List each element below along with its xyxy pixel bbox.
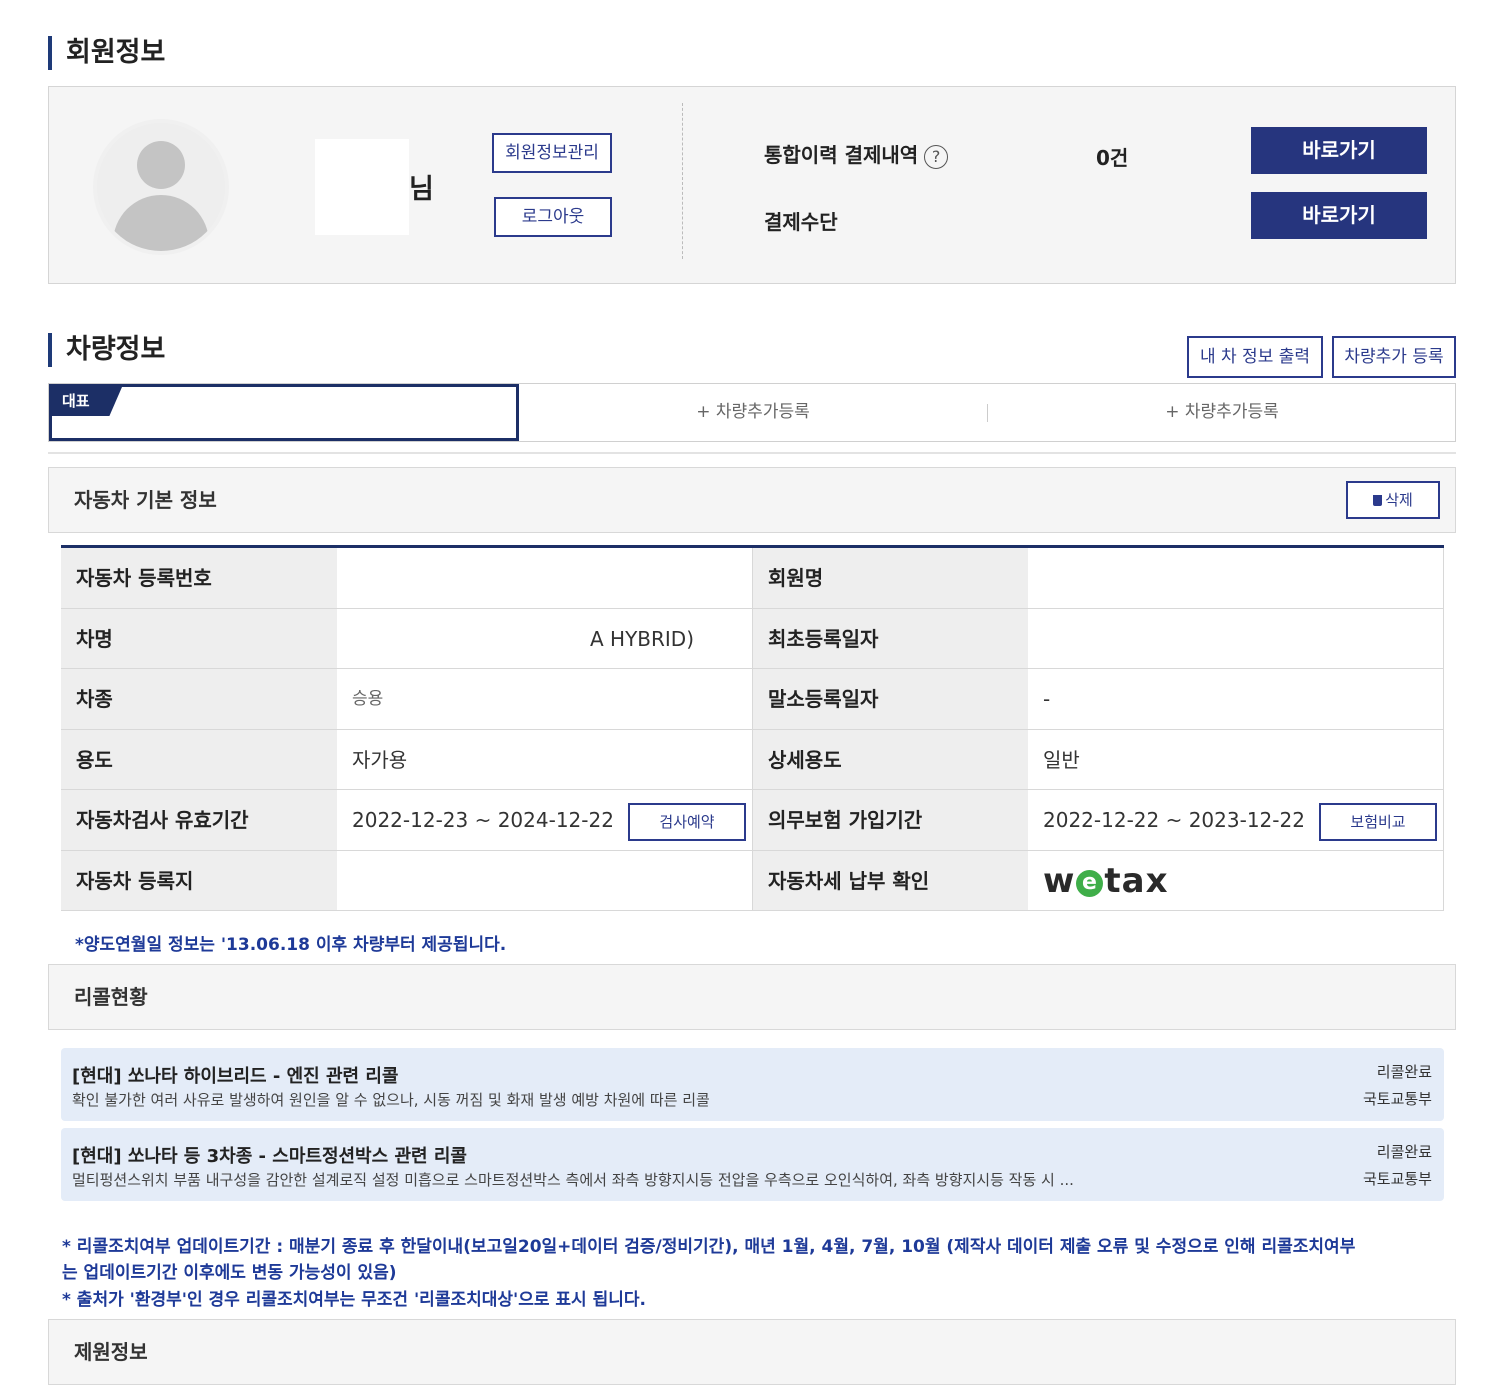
divider (682, 103, 683, 259)
label-first-reg-date: 최초등록일자 (752, 608, 1028, 668)
recall-status: 리콜완료 (1376, 1063, 1432, 1081)
inspection-reserve-button[interactable]: 검사예약 (628, 803, 746, 841)
history-count: 0건 (1096, 146, 1129, 170)
label-insurance-period: 의무보험 가입기간 (752, 790, 1028, 850)
value-usage: 자가용 (337, 729, 752, 789)
delete-button[interactable]: 삭제 (1346, 481, 1440, 519)
payment-go-button[interactable]: 바로가기 (1251, 192, 1427, 239)
redacted-member-name (315, 139, 409, 235)
label-cancel-reg-date: 말소등록일자 (752, 669, 1028, 729)
recall-title: [현대] 쏘나타 등 3차종 - 스마트정션박스 관련 리콜 (72, 1146, 467, 1167)
value-first-reg-date (1028, 608, 1444, 668)
table-row: 자동차 등록지 자동차세 납부 확인 w e tax (61, 850, 1444, 911)
insurance-compare-button[interactable]: 보험비교 (1319, 803, 1437, 841)
table-row: 차명 A HYBRID) 최초등록일자 (61, 608, 1444, 669)
logout-button[interactable]: 로그아웃 (494, 197, 612, 237)
main-badge: 대표 (52, 387, 122, 416)
value-detail-usage: 일반 (1028, 729, 1444, 789)
table-row: 자동차 등록번호 회원명 (61, 548, 1444, 609)
recall-source: 국토교통부 (1362, 1090, 1432, 1108)
payment-label: 결제수단 (764, 210, 838, 234)
label-detail-usage: 상세용도 (752, 729, 1028, 789)
label-member-name: 회원명 (752, 548, 1028, 608)
vehicle-section-title: 차량정보 (48, 333, 165, 367)
value-member-name (1028, 548, 1444, 608)
value-reg-location (337, 850, 752, 910)
tab-add-vehicle-1[interactable]: + 차량추가등록 (519, 384, 987, 441)
label-car-name: 차명 (61, 608, 337, 668)
recall-desc: 확인 불가한 여러 사유로 발생하여 원인을 알 수 없으나, 시동 꺼짐 및 … (72, 1091, 710, 1109)
recall-item[interactable]: [현대] 쏘나타 하이브리드 - 엔진 관련 리콜 확인 불가한 여러 사유로 … (61, 1048, 1444, 1121)
label-car-type: 차종 (61, 669, 337, 729)
vehicle-tabs: 대표 + 차량추가등록 + 차량추가등록 (48, 383, 1456, 442)
add-vehicle-button[interactable]: 차량추가 등록 (1332, 336, 1456, 378)
history-go-button[interactable]: 바로가기 (1251, 127, 1427, 174)
basic-info-header: 자동차 기본 정보 삭제 (48, 467, 1456, 533)
value-inspection-period: 2022-12-23 ~ 2024-12-22 검사예약 (337, 790, 752, 850)
label-reg-number: 자동차 등록번호 (61, 548, 337, 608)
avatar-icon (93, 119, 229, 255)
print-car-info-button[interactable]: 내 차 정보 출력 (1187, 336, 1323, 378)
value-reg-number (337, 548, 752, 608)
recall-source: 국토교통부 (1362, 1170, 1432, 1188)
value-insurance-period: 2022-12-22 ~ 2023-12-22 보험비교 (1028, 790, 1444, 850)
tab-main-vehicle[interactable]: 대표 (49, 384, 519, 441)
wetax-logo[interactable]: w e tax (1028, 850, 1444, 910)
name-suffix: 님 (409, 174, 434, 205)
value-car-type: 승용 (337, 669, 752, 729)
spec-header: 제원정보 (48, 1319, 1456, 1385)
label-inspection-period: 자동차검사 유효기간 (61, 790, 337, 850)
table-row: 자동차검사 유효기간 2022-12-23 ~ 2024-12-22 검사예약 … (61, 790, 1444, 851)
recall-update-note-cont: 는 업데이트기간 이후에도 변동 가능성이 있음) (62, 1263, 397, 1283)
recall-header: 리콜현황 (48, 964, 1456, 1030)
transfer-date-note: *양도연월일 정보는 '13.06.18 이후 차량부터 제공됩니다. (75, 935, 507, 955)
help-icon[interactable]: ? (924, 144, 949, 169)
recall-item[interactable]: [현대] 쏘나타 등 3차종 - 스마트정션박스 관련 리콜 멀티펑션스위치 부… (61, 1128, 1444, 1201)
divider (48, 452, 1456, 454)
tab-add-vehicle-2[interactable]: + 차량추가등록 (988, 384, 1456, 441)
label-usage: 용도 (61, 729, 337, 789)
history-label: 통합이력 결제내역? (764, 139, 949, 169)
recall-source-note: * 출처가 '환경부'인 경우 리콜조치여부는 무조건 '리콜조치대상'으로 표… (62, 1290, 646, 1310)
recall-desc: 멀티펑션스위치 부품 내구성을 감안한 설계로직 설정 미흡으로 스마트정션박스… (72, 1171, 1074, 1189)
member-manage-button[interactable]: 회원정보관리 (492, 133, 612, 173)
label-reg-location: 자동차 등록지 (61, 850, 337, 910)
table-row: 용도 자가용 상세용도 일반 (61, 729, 1444, 790)
recall-status: 리콜완료 (1376, 1143, 1432, 1161)
member-section-title: 회원정보 (48, 36, 165, 70)
member-info-box: 님 회원정보관리 로그아웃 통합이력 결제내역? 0건 바로가기 결제수단 바로… (48, 86, 1456, 284)
vehicle-info-table: 자동차 등록번호 회원명 차명 A HYBRID) 최초등록일자 차종 승용 말… (61, 545, 1444, 911)
recall-update-note: * 리콜조치여부 업데이트기간 : 매분기 종료 후 한달이내(보고일20일+데… (62, 1237, 1356, 1257)
table-row: 차종 승용 말소등록일자 - (61, 669, 1444, 730)
trash-icon (1373, 495, 1383, 506)
recall-title: [현대] 쏘나타 하이브리드 - 엔진 관련 리콜 (72, 1066, 399, 1087)
label-car-tax-check: 자동차세 납부 확인 (752, 850, 1028, 910)
value-cancel-reg-date: - (1028, 669, 1444, 729)
value-car-name: A HYBRID) (337, 608, 752, 668)
